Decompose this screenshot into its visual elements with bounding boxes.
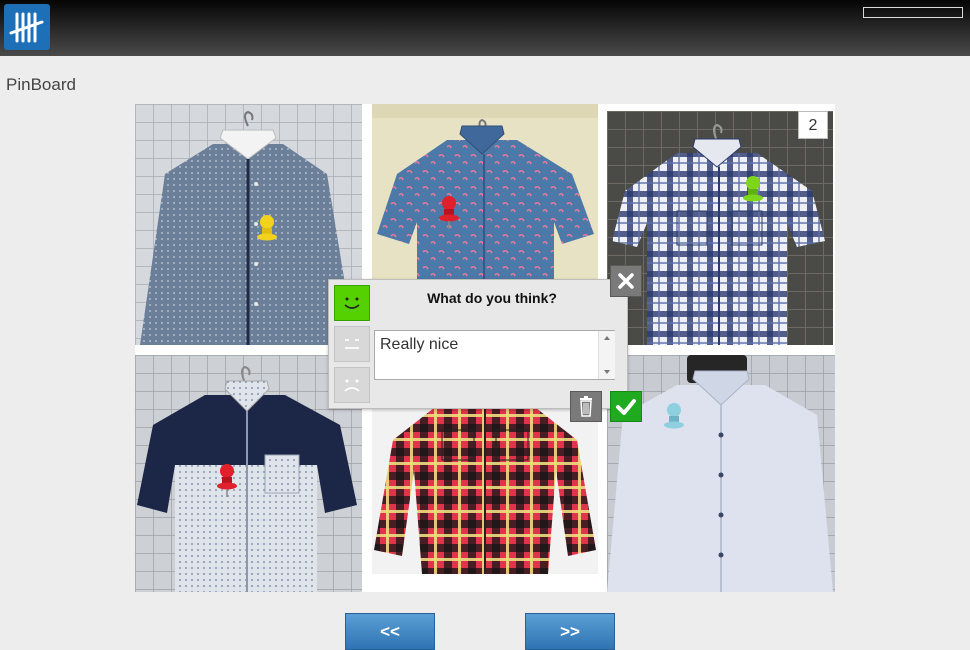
comment-scrollbar[interactable] (598, 331, 615, 379)
tile-red-flannel-shirt[interactable] (372, 400, 598, 574)
smiley-neutral-icon[interactable] (334, 326, 370, 362)
previous-page-button[interactable]: << (345, 613, 435, 650)
smiley-sad-icon[interactable] (334, 367, 370, 403)
tally-marks-logo-icon[interactable] (4, 4, 50, 50)
smiley-happy-icon[interactable] (334, 285, 370, 321)
top-bar (0, 0, 970, 56)
feedback-dialog: What do you think? Really nice (328, 279, 628, 409)
comment-input[interactable]: Really nice (374, 330, 615, 380)
close-icon[interactable] (610, 265, 642, 297)
pushpin-icon[interactable] (255, 214, 279, 250)
next-page-button[interactable]: >> (525, 613, 615, 650)
checkmark-icon[interactable] (610, 391, 642, 422)
pushpin-icon[interactable] (215, 463, 239, 499)
count-badge: 2 (798, 111, 828, 139)
pushpin-icon[interactable] (662, 402, 686, 438)
top-search-field[interactable] (863, 7, 963, 18)
page-title: PinBoard (6, 75, 76, 94)
tile-plaid-short-sleeve-shirt[interactable] (607, 111, 833, 345)
pushpin-icon[interactable] (437, 195, 461, 231)
pushpin-icon[interactable] (741, 175, 765, 211)
trash-icon[interactable] (570, 391, 602, 422)
dialog-title: What do you think? (427, 290, 557, 306)
